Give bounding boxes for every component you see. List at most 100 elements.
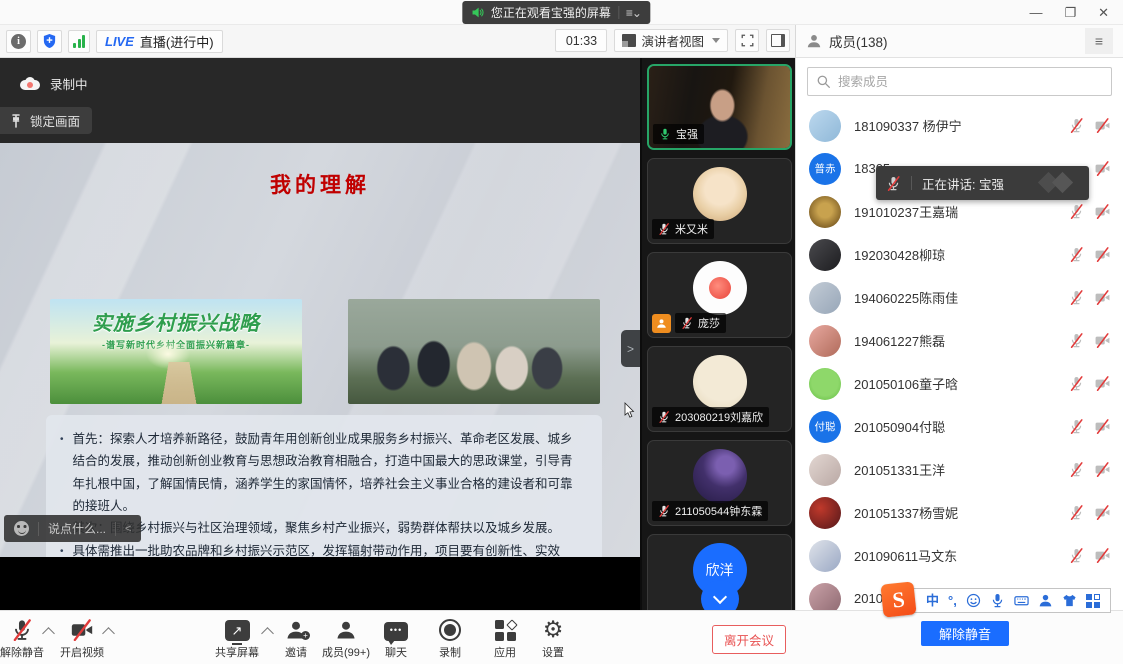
camera-off-icon (1095, 505, 1110, 520)
info-icon: i (11, 34, 26, 49)
member-row[interactable]: 194061227熊磊 (796, 319, 1123, 362)
scroll-more-participants-button[interactable] (701, 580, 739, 610)
participant-name: 宝强 (676, 126, 698, 142)
shield-icon (42, 33, 57, 49)
view-mode-label: 演讲者视图 (641, 31, 704, 50)
settings-control[interactable]: ⚙ 设置 (521, 617, 585, 660)
view-mode-selector[interactable]: 演讲者视图 (614, 29, 728, 52)
video-tile[interactable]: 211050544钟东霖 (647, 440, 792, 526)
leave-meeting-button[interactable]: 离开会议 (712, 625, 786, 654)
emoji-icon[interactable] (966, 593, 981, 608)
live-status-box[interactable]: LIVE 直播(进行中) (96, 30, 223, 53)
meeting-info-button[interactable]: i (6, 30, 31, 53)
start-video-control[interactable]: 开启视频 (50, 617, 114, 660)
video-tile-baoqiang[interactable]: 宝强 (647, 64, 792, 150)
ime-punctuation-toggle[interactable]: °, (948, 594, 957, 607)
member-row[interactable]: 201051331王洋 (796, 448, 1123, 491)
camera-off-icon (1095, 161, 1110, 176)
minimize-button[interactable]: — (1029, 6, 1042, 19)
close-button[interactable]: ✕ (1098, 6, 1109, 19)
toggle-panel-button[interactable] (766, 29, 790, 52)
video-tile[interactable]: 米又米 (647, 158, 792, 244)
video-tile[interactable]: 庞莎 (647, 252, 792, 338)
members-options-button[interactable]: ≡ (1085, 28, 1113, 54)
fullscreen-icon (741, 34, 754, 47)
avatar: 付聪 (809, 411, 841, 443)
divider (38, 522, 39, 536)
avatar (809, 325, 841, 357)
mic-on-icon (659, 128, 671, 140)
members-count-label: 成员(138) (829, 31, 888, 51)
divider (911, 176, 912, 190)
member-row[interactable]: 201050106童子晗 (796, 362, 1123, 405)
collapse-thumbnails-handle[interactable]: > (621, 330, 640, 367)
security-button[interactable] (37, 30, 62, 53)
apps-label: 应用 (494, 644, 516, 660)
member-row[interactable]: 201090611马文东 (796, 534, 1123, 577)
lock-view-button[interactable]: 锁定画面 (0, 107, 92, 134)
camera-off-icon (71, 619, 93, 641)
divider (115, 522, 116, 536)
ime-lang-toggle[interactable]: 中 (926, 594, 939, 607)
voice-input-icon[interactable] (990, 593, 1005, 608)
pin-icon (10, 114, 22, 128)
ime-toolbar[interactable]: S 中 °, (899, 588, 1111, 613)
avatar (809, 110, 841, 142)
member-row[interactable]: 201051337杨雪妮 (796, 491, 1123, 534)
watermark-logo (1039, 172, 1079, 194)
search-input[interactable] (807, 67, 1112, 96)
camera-off-icon (1095, 290, 1110, 305)
video-tile[interactable]: 203080219刘嘉欣 (647, 346, 792, 432)
mic-muted-icon (1069, 505, 1084, 520)
avatar (809, 368, 841, 400)
lock-view-label: 锁定画面 (30, 111, 80, 130)
participant-name: 庞莎 (698, 315, 720, 331)
members-icon (806, 33, 822, 49)
layout-icon (622, 34, 636, 47)
camera-off-icon (1095, 376, 1110, 391)
watching-label: 您正在观看宝强的屏幕 (491, 4, 611, 21)
share-screen-control[interactable]: 共享屏幕 (205, 617, 269, 660)
mouse-cursor (624, 402, 635, 418)
restore-button[interactable]: ❐ (1064, 6, 1076, 19)
member-search (807, 67, 1112, 96)
avatar (809, 540, 841, 572)
list-menu-icon[interactable]: ≡⌄ (626, 6, 641, 20)
unmute-control[interactable]: 解除静音 (0, 617, 54, 660)
member-row[interactable]: 192030428柳琼 (796, 233, 1123, 276)
gear-icon: ⚙ (543, 618, 564, 641)
slide-title: 我的理解 (0, 169, 640, 199)
unmute-button-blue[interactable]: 解除静音 (921, 621, 1009, 646)
member-row[interactable]: 181090337 杨伊宁 (796, 104, 1123, 147)
keyboard-icon[interactable] (1014, 593, 1029, 608)
member-row[interactable]: 194060225陈雨佳 (796, 276, 1123, 319)
fullscreen-button[interactable] (735, 29, 759, 52)
mic-muted-icon (886, 176, 901, 191)
handwriting-icon[interactable] (1038, 593, 1053, 608)
participant-name: 211050544钟东霖 (675, 503, 762, 519)
sogou-logo-icon[interactable]: S (880, 581, 916, 617)
signal-bars-icon (73, 35, 85, 48)
skin-icon[interactable] (1062, 593, 1077, 608)
camera-off-icon (1095, 462, 1110, 477)
quick-chat-bar[interactable]: 说点什么... < (4, 515, 141, 542)
avatar: 普赤 (809, 153, 841, 185)
avatar (809, 239, 841, 271)
toolbox-grid-icon[interactable] (1086, 594, 1100, 608)
chat-prompt[interactable]: 说点什么... (48, 520, 106, 537)
shared-screen-area: 录制中 锁定画面 我的理解 实施乡村振兴战略 -谱写新时代乡村全面振兴新篇章- … (0, 58, 640, 610)
emoji-icon[interactable] (14, 521, 29, 536)
collapse-left-icon[interactable]: < (125, 523, 131, 535)
video-tile[interactable]: 欣洋 (647, 534, 792, 610)
live-status-label: 直播(进行中) (140, 32, 214, 51)
divider (618, 6, 619, 19)
mic-muted-icon (658, 411, 670, 423)
avatar (693, 449, 747, 503)
mic-muted-icon (1069, 247, 1084, 262)
member-row[interactable]: 付聪 201050904付聪 (796, 405, 1123, 448)
network-status-button[interactable] (68, 30, 90, 53)
camera-off-icon (1095, 204, 1110, 219)
recording-label: 录制中 (50, 74, 88, 93)
members-icon (335, 619, 357, 641)
start-video-label: 开启视频 (60, 644, 104, 660)
